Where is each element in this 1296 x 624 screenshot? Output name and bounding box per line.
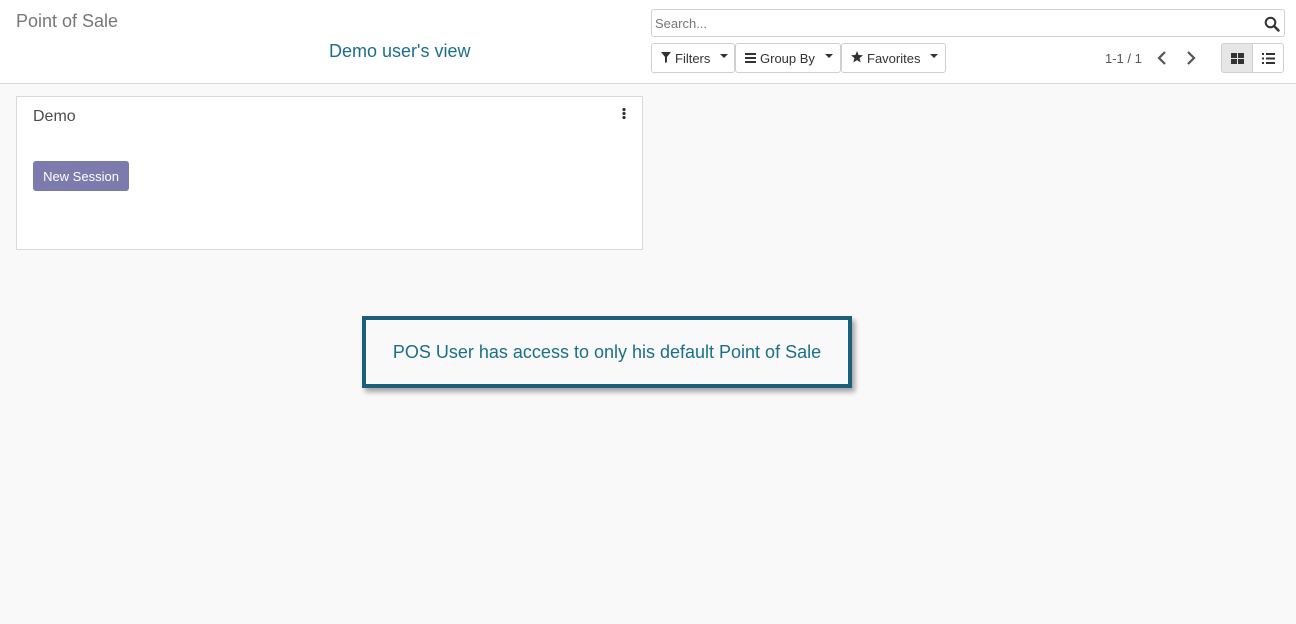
page-title: Point of Sale: [16, 11, 119, 31]
kanban-view-button[interactable]: [1221, 43, 1253, 73]
group-by-label: Group By: [760, 50, 815, 66]
filters-button[interactable]: Filters: [651, 43, 735, 73]
grid-icon: [1230, 52, 1244, 64]
search-input[interactable]: [655, 13, 1255, 33]
list-icon: [1261, 52, 1275, 64]
more-vertical-icon[interactable]: [620, 107, 628, 121]
pos-config-card: Demo New Session: [16, 96, 643, 250]
chevron-down-icon: [930, 54, 939, 58]
favorites-label: Favorites: [867, 50, 921, 66]
list-view-button[interactable]: [1252, 43, 1284, 73]
pager-next-button[interactable]: [1181, 49, 1199, 67]
card-title[interactable]: Demo: [33, 108, 76, 126]
chevron-left-icon: [1157, 51, 1166, 65]
filter-icon: [661, 51, 671, 66]
filters-label: Filters: [675, 50, 711, 66]
callout-text: POS User has access to only his default …: [392, 341, 822, 362]
chevron-down-icon: [720, 54, 729, 58]
annotation-callout: POS User has access to only his default …: [362, 316, 852, 388]
subtitle: Demo user's view: [329, 41, 471, 61]
chevron-down-icon: [824, 54, 833, 58]
chevron-right-icon: [1187, 51, 1196, 65]
group-by-button[interactable]: Group By: [735, 43, 841, 73]
bars-icon: [745, 51, 756, 66]
new-session-button[interactable]: New Session: [33, 161, 129, 191]
search-box[interactable]: [651, 9, 1285, 37]
pager-previous-button[interactable]: [1154, 49, 1172, 67]
star-icon: [851, 50, 863, 66]
pager-value[interactable]: 1-1 / 1: [1105, 51, 1142, 66]
favorites-button[interactable]: Favorites: [841, 43, 946, 73]
control-panel: Point of Sale Demo user's view Filters G…: [0, 0, 1296, 84]
search-icon[interactable]: [1264, 16, 1280, 32]
